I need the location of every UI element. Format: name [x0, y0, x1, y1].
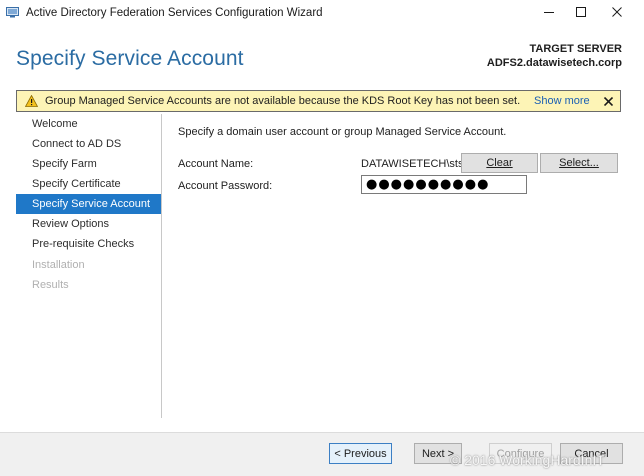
copyright-watermark: © 2016 WorkingHardInIT	[450, 452, 605, 468]
target-server-value: ADFS2.datawisetech.corp	[486, 57, 622, 69]
show-more-link[interactable]: Show more	[534, 95, 590, 107]
dismiss-warning-button[interactable]	[601, 94, 615, 108]
nav-item-pre-requisite-checks[interactable]: Pre-requisite Checks	[16, 234, 161, 254]
account-name-value: DATAWISETECH\sts...	[361, 158, 473, 170]
service-account-panel: Specify a domain user account or group M…	[178, 114, 628, 418]
nav-item-specify-service-account[interactable]: Specify Service Account	[16, 194, 161, 214]
minimize-icon	[544, 12, 554, 13]
target-server-label: TARGET SERVER	[529, 43, 623, 55]
account-password-input[interactable]: ●●●●●●●●●●	[361, 175, 527, 194]
close-icon	[612, 7, 622, 17]
previous-button-label: < Previous	[334, 447, 387, 460]
minimize-button[interactable]	[531, 0, 567, 24]
warning-text: Group Managed Service Accounts are not a…	[45, 95, 521, 107]
close-button[interactable]	[599, 0, 635, 24]
account-name-label: Account Name:	[178, 158, 254, 170]
close-icon	[603, 96, 613, 106]
maximize-button[interactable]	[563, 0, 599, 24]
account-password-label: Account Password:	[178, 180, 273, 192]
warning-icon	[24, 94, 39, 107]
clear-button[interactable]: Clear	[461, 153, 538, 173]
previous-button[interactable]: < Previous	[329, 443, 392, 464]
wizard-steps-nav: Welcome Connect to AD DS Specify Farm Sp…	[16, 114, 162, 418]
kds-warning-banner: Group Managed Service Accounts are not a…	[16, 90, 621, 112]
nav-item-specify-certificate[interactable]: Specify Certificate	[16, 174, 161, 194]
nav-item-results: Results	[32, 279, 69, 291]
nav-item-installation: Installation	[32, 259, 85, 271]
intro-text: Specify a domain user account or group M…	[178, 126, 507, 138]
nav-item-welcome[interactable]: Welcome	[16, 114, 161, 134]
nav-item-specify-farm[interactable]: Specify Farm	[16, 154, 161, 174]
title-bar: Active Directory Federation Services Con…	[0, 0, 644, 26]
window-title: Active Directory Federation Services Con…	[26, 7, 323, 19]
clear-button-label: Clear	[486, 157, 513, 169]
page-title: Specify Service Account	[16, 47, 244, 70]
select-button-label: Select...	[559, 157, 599, 169]
adfs-wizard-icon	[6, 7, 19, 18]
nav-item-connect-to-ad-ds[interactable]: Connect to AD DS	[16, 134, 161, 154]
wizard-header: Specify Service Account TARGET SERVER AD…	[0, 26, 644, 88]
nav-item-review-options[interactable]: Review Options	[16, 214, 161, 234]
maximize-icon	[576, 7, 586, 17]
select-account-button[interactable]: Select...	[540, 153, 618, 173]
